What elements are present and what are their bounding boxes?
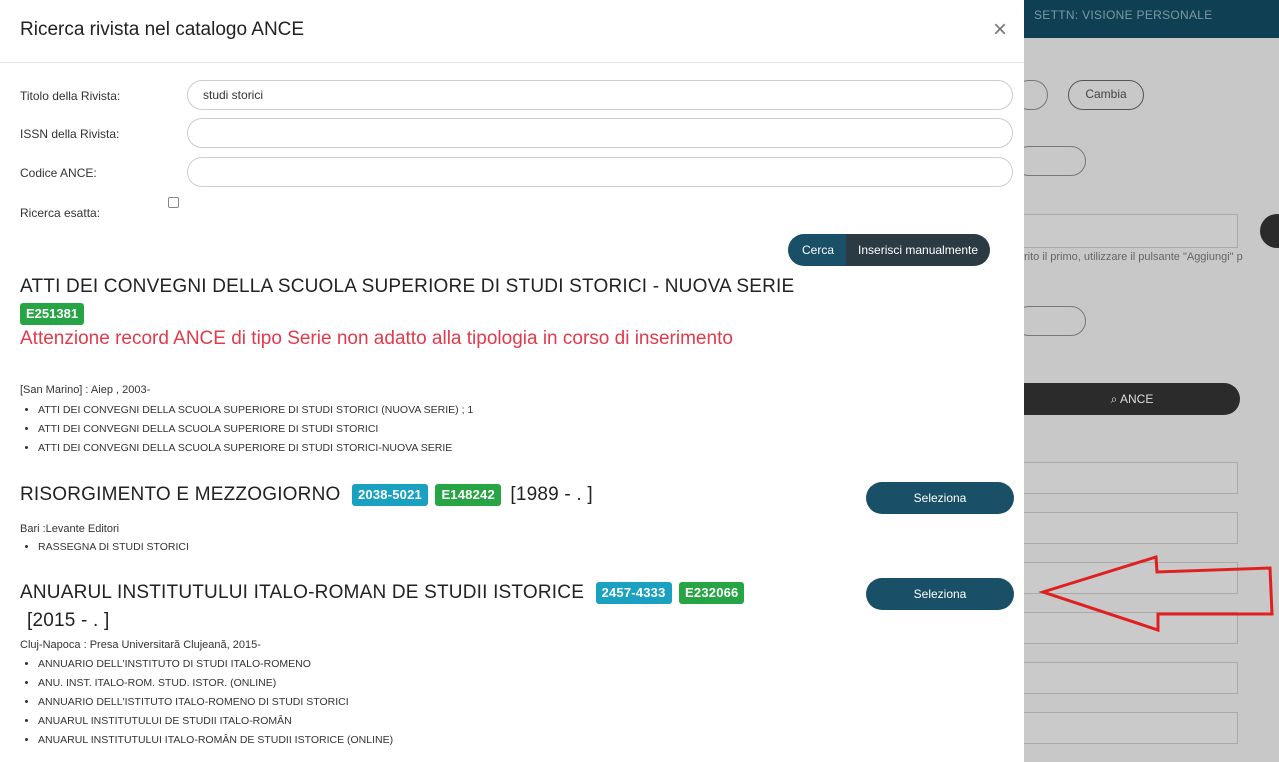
annotation-arrow-icon [1038,555,1274,633]
